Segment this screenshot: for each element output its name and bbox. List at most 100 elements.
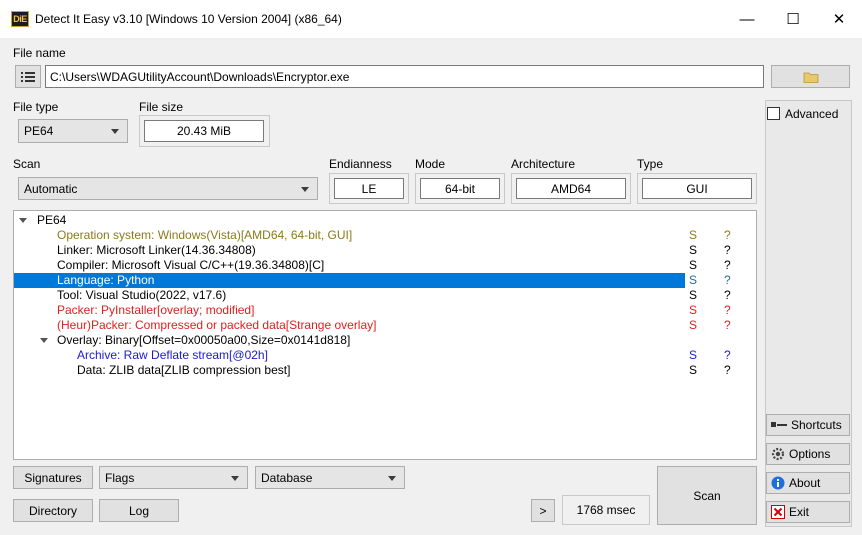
options-button[interactable]: Options xyxy=(766,443,850,465)
tree-row[interactable]: Linker: Microsoft Linker(14.36.34808) S … xyxy=(14,243,756,258)
tree-row-label: Linker: Microsoft Linker(14.36.34808) xyxy=(57,243,256,257)
mode-label: Mode xyxy=(415,157,446,171)
chevron-down-icon xyxy=(388,475,396,481)
app-icon: DiE xyxy=(11,11,29,27)
info-link[interactable]: ? xyxy=(724,258,731,273)
file-name-label: File name xyxy=(13,46,66,60)
database-label: Database xyxy=(261,470,313,485)
window-title: Detect It Easy v3.10 [Windows 10 Version… xyxy=(35,12,342,26)
keyboard-icon xyxy=(771,422,787,427)
tree-row-label: Data: ZLIB data[ZLIB compression best] xyxy=(77,363,291,377)
tree-row-label: Packer: PyInstaller[overlay; modified] xyxy=(57,303,255,317)
endianness-label: Endianness xyxy=(329,157,392,171)
scan-mode-value: Automatic xyxy=(24,181,78,196)
tree-row-selected[interactable]: Language: Python xyxy=(14,273,685,288)
minimize-button[interactable]: — xyxy=(724,0,770,38)
signature-link[interactable]: S xyxy=(689,258,697,273)
exit-button[interactable]: Exit xyxy=(766,501,850,523)
folder-icon xyxy=(803,72,818,83)
type-value: GUI xyxy=(642,178,752,199)
open-file-button[interactable] xyxy=(771,65,850,88)
tree-row[interactable]: (Heur)Packer: Compressed or packed data[… xyxy=(14,318,756,333)
file-type-value: PE64 xyxy=(24,124,54,138)
scan-mode-select[interactable]: Automatic xyxy=(18,177,318,200)
tree-root-label: PE64 xyxy=(37,213,67,227)
tree-root-row[interactable]: PE64 xyxy=(14,213,756,228)
tree-row-label: Archive: Raw Deflate stream[@02h] xyxy=(77,348,268,362)
tree-row-label: (Heur)Packer: Compressed or packed data[… xyxy=(57,318,377,332)
tree-row-label: Operation system: Windows(Vista)[AMD64, … xyxy=(57,228,353,242)
info-link[interactable]: ? xyxy=(724,273,731,288)
info-icon xyxy=(771,476,785,490)
tree-row-label: Tool: Visual Studio(2022, v17.6) xyxy=(57,288,227,302)
shortcuts-label: Shortcuts xyxy=(791,418,842,432)
file-type-label: File type xyxy=(13,100,59,114)
shortcuts-button[interactable]: Shortcuts xyxy=(766,414,850,436)
close-button[interactable]: ✕ xyxy=(816,0,862,38)
architecture-label: Architecture xyxy=(511,157,576,171)
tree-row-label: Compiler: Microsoft Visual C/C++(19.36.3… xyxy=(57,258,325,272)
scan-button[interactable]: Scan xyxy=(657,466,757,525)
advanced-checkbox[interactable] xyxy=(767,107,780,120)
tree-row-label: Overlay: Binary[Offset=0x00050a00,Size=0… xyxy=(57,333,351,347)
info-link[interactable]: ? xyxy=(724,363,731,378)
gear-icon xyxy=(771,447,785,461)
chevron-down-icon xyxy=(231,475,239,481)
log-button[interactable]: Log xyxy=(99,499,179,522)
about-button[interactable]: About xyxy=(766,472,850,494)
signature-link[interactable]: S xyxy=(689,228,697,243)
tree-row-label: Language: Python xyxy=(57,273,155,287)
exit-label: Exit xyxy=(789,505,810,519)
maximize-button[interactable]: ☐ xyxy=(770,0,816,38)
tree-row-overlay[interactable]: Overlay: Binary[Offset=0x00050a00,Size=0… xyxy=(14,333,756,348)
scan-time-value: 1768 msec xyxy=(562,495,650,525)
signature-link[interactable]: S xyxy=(689,303,697,318)
tree-row[interactable]: Packer: PyInstaller[overlay; modified] S… xyxy=(14,303,756,318)
signature-link[interactable]: S xyxy=(689,288,697,303)
tree-row[interactable]: Operation system: Windows(Vista)[AMD64, … xyxy=(14,228,756,243)
tree-row[interactable]: Archive: Raw Deflate stream[@02h] S ? xyxy=(14,348,756,363)
tree-row-links: S ? xyxy=(685,273,756,288)
tree-row[interactable]: Data: ZLIB data[ZLIB compression best] S… xyxy=(14,363,756,378)
tree-row[interactable]: Tool: Visual Studio(2022, v17.6) S ? xyxy=(14,288,756,303)
signatures-button[interactable]: Signatures xyxy=(13,466,93,489)
chevron-down-icon xyxy=(301,186,309,192)
info-link[interactable]: ? xyxy=(724,348,731,363)
mode-value: 64-bit xyxy=(420,178,500,199)
advanced-label: Advanced xyxy=(785,107,839,121)
architecture-value: AMD64 xyxy=(516,178,626,199)
database-select[interactable]: Database xyxy=(255,466,405,489)
file-size-value: 20.43 MiB xyxy=(144,120,264,142)
chevron-down-icon xyxy=(111,129,119,134)
title-bar: DiE Detect It Easy v3.10 [Windows 10 Ver… xyxy=(0,0,862,38)
info-link[interactable]: ? xyxy=(724,303,731,318)
about-label: About xyxy=(789,476,821,490)
signature-link[interactable]: S xyxy=(689,243,697,258)
info-link[interactable]: ? xyxy=(724,288,731,303)
tree-row[interactable]: Compiler: Microsoft Visual C/C++(19.36.3… xyxy=(14,258,756,273)
directory-button[interactable]: Directory xyxy=(13,499,93,522)
info-link[interactable]: ? xyxy=(724,228,731,243)
flags-label: Flags xyxy=(105,470,135,485)
signature-link[interactable]: S xyxy=(689,348,697,363)
file-path-input[interactable]: C:\Users\WDAGUtilityAccount\Downloads\En… xyxy=(45,65,764,88)
signature-link[interactable]: S xyxy=(689,318,697,333)
file-type-select[interactable]: PE64 xyxy=(18,119,128,143)
chevron-down-icon[interactable] xyxy=(40,338,48,343)
type-label: Type xyxy=(637,157,664,171)
scan-label: Scan xyxy=(13,157,41,171)
signature-link[interactable]: S xyxy=(689,273,697,288)
results-tree[interactable]: PE64 Operation system: Windows(Vista)[AM… xyxy=(13,210,757,460)
more-button[interactable]: > xyxy=(531,499,555,522)
file-size-label: File size xyxy=(139,100,184,114)
signature-link[interactable]: S xyxy=(689,363,697,378)
flags-select[interactable]: Flags xyxy=(99,466,248,489)
chevron-down-icon[interactable] xyxy=(19,218,27,223)
list-icon xyxy=(21,71,35,82)
info-link[interactable]: ? xyxy=(724,318,731,333)
endianness-value: LE xyxy=(334,178,404,199)
options-label: Options xyxy=(789,447,831,461)
file-menu-button[interactable] xyxy=(15,65,41,88)
close-icon xyxy=(771,505,785,519)
info-link[interactable]: ? xyxy=(724,243,731,258)
